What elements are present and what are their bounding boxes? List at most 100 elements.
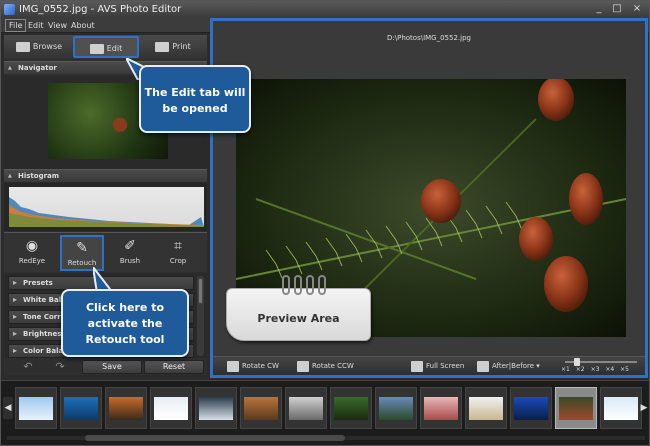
undo-icon[interactable]: ↶ <box>18 361 38 373</box>
filmstrip-thumbnail[interactable] <box>150 387 192 429</box>
retouch-brush-icon: ✎ <box>76 240 88 256</box>
rotate-cw-button[interactable]: Rotate CW <box>227 360 279 373</box>
histogram-panel <box>4 183 207 231</box>
zoom-x5[interactable]: ×5 <box>620 366 629 373</box>
thumbnail-image <box>514 397 548 420</box>
file-path: D:\Photos\IMG_0552.jpg <box>387 34 471 42</box>
notepad-rings-icon <box>282 275 326 295</box>
edit-icon <box>89 43 104 54</box>
zoom-x1[interactable]: ×1 <box>561 366 570 373</box>
tool-redeye[interactable]: ◉ RedEye <box>10 235 54 271</box>
tab-print[interactable]: Print <box>140 36 206 58</box>
close-button[interactable]: × <box>629 3 645 16</box>
filmstrip-thumbnail[interactable] <box>285 387 327 429</box>
rotate-cw-icon <box>227 360 239 372</box>
filmstrip-thumbnail[interactable] <box>600 387 642 429</box>
filmstrip-thumbnail[interactable] <box>555 387 597 429</box>
app-icon <box>4 4 15 15</box>
redo-icon[interactable]: ↷ <box>50 361 70 373</box>
maximize-button[interactable]: □ <box>609 3 625 16</box>
effects-scrollbar[interactable] <box>197 276 204 356</box>
scroll-left-icon[interactable]: ◀ <box>3 397 13 419</box>
browse-icon <box>15 41 30 52</box>
tab-browse[interactable]: Browse <box>6 36 72 58</box>
filmstrip-thumbnail[interactable] <box>60 387 102 429</box>
thumbnail-image <box>64 397 98 420</box>
menu-edit[interactable]: Edit <box>25 19 47 32</box>
preview-toolbar: Rotate CW Rotate CCW Full Screen After|B… <box>213 356 645 375</box>
zoom-slider[interactable]: ×1 ×2 ×3 ×4 ×5 <box>561 358 645 375</box>
tool-brush[interactable]: ✐ Brush <box>108 235 152 271</box>
thumbnail-image <box>604 397 638 420</box>
thumbnail-image <box>334 397 368 420</box>
filmstrip-thumbnail[interactable] <box>375 387 417 429</box>
thumbnail-image <box>379 397 413 420</box>
tab-edit[interactable]: Edit <box>73 36 139 58</box>
filmstrip-thumbnail[interactable] <box>330 387 372 429</box>
brush-icon: ✐ <box>124 238 136 254</box>
reset-button[interactable]: Reset <box>144 360 204 374</box>
rotate-ccw-button[interactable]: Rotate CCW <box>297 360 354 373</box>
scroll-right-icon[interactable]: ▶ <box>639 397 649 419</box>
title-bar: IMG_0552.jpg - AVS Photo Editor _ □ × <box>1 1 649 18</box>
filmstrip-thumbnail[interactable] <box>240 387 282 429</box>
zoom-knob[interactable] <box>574 358 580 366</box>
window-title: IMG_0552.jpg - AVS Photo Editor <box>19 4 182 15</box>
after-before-button[interactable]: After|Before ▾ <box>477 360 540 373</box>
eye-icon: ◉ <box>25 238 39 254</box>
full-screen-label: Full Screen <box>426 362 465 370</box>
thumbnail-image <box>154 397 188 420</box>
minimize-button[interactable]: _ <box>591 3 607 16</box>
tab-browse-label: Browse <box>32 42 63 51</box>
histogram-header[interactable]: Histogram <box>4 169 207 182</box>
scrollbar-thumb[interactable] <box>198 278 203 304</box>
thumbnail-image <box>424 397 458 420</box>
thumbnail-image <box>109 397 143 420</box>
thumbnail-image <box>469 397 503 420</box>
action-bar: ↶ ↷ Save Reset <box>4 359 207 375</box>
zoom-x2[interactable]: ×2 <box>576 366 585 373</box>
menu-file[interactable]: File <box>5 19 27 32</box>
filmstrip: ◀ ▶ <box>1 380 649 445</box>
printer-icon <box>155 41 170 52</box>
thumbnail-image <box>199 397 233 420</box>
rotate-ccw-label: Rotate CCW <box>312 362 354 370</box>
histogram-graph <box>9 187 204 227</box>
tab-edit-label: Edit <box>106 44 123 53</box>
thumbnail-image <box>559 397 593 420</box>
zoom-labels: ×1 ×2 ×3 ×4 ×5 <box>561 366 649 373</box>
tool-crop-label: Crop <box>169 257 187 265</box>
filmstrip-thumbnail[interactable] <box>195 387 237 429</box>
crop-icon: ⌗ <box>174 238 182 254</box>
edit-tab-callout: The Edit tab will be opened <box>139 65 251 133</box>
retouch-callout: Click here to activate the Retouch tool <box>61 289 189 357</box>
tool-retouch-label: Retouch <box>67 259 97 267</box>
filmstrip-thumbnail[interactable] <box>15 387 57 429</box>
mode-tabs: Browse Edit Print <box>4 35 207 59</box>
app-window: IMG_0552.jpg - AVS Photo Editor _ □ × Fi… <box>0 0 650 446</box>
menu-view[interactable]: View <box>45 19 70 32</box>
full-screen-button[interactable]: Full Screen <box>411 360 464 373</box>
save-button[interactable]: Save <box>82 360 142 374</box>
filmstrip-thumbnail[interactable] <box>105 387 147 429</box>
rotate-cw-label: Rotate CW <box>242 362 279 370</box>
menu-about[interactable]: About <box>68 19 98 32</box>
tool-redeye-label: RedEye <box>18 257 46 265</box>
filmstrip-thumbnail[interactable] <box>510 387 552 429</box>
tool-crop[interactable]: ⌗ Crop <box>156 235 200 271</box>
tool-bar: ◉ RedEye ✎ Retouch ✐ Brush ⌗ Crop <box>4 232 207 272</box>
rotate-ccw-icon <box>297 360 309 372</box>
tool-brush-label: Brush <box>119 257 141 265</box>
filmstrip-thumbnail[interactable] <box>465 387 507 429</box>
zoom-x4[interactable]: ×4 <box>605 366 614 373</box>
filmstrip-thumbnail[interactable] <box>420 387 462 429</box>
filmstrip-scrollbar[interactable] <box>85 435 345 441</box>
tool-retouch[interactable]: ✎ Retouch <box>60 235 104 271</box>
retouch-callout-text: Click here to activate the Retouch tool <box>85 301 165 346</box>
compare-icon <box>477 360 489 372</box>
thumbnail-image <box>19 397 53 420</box>
zoom-x3[interactable]: ×3 <box>591 366 600 373</box>
tab-print-label: Print <box>172 42 191 51</box>
after-before-label: After|Before <box>492 362 535 370</box>
edit-tab-callout-text: The Edit tab will be opened <box>144 86 246 115</box>
